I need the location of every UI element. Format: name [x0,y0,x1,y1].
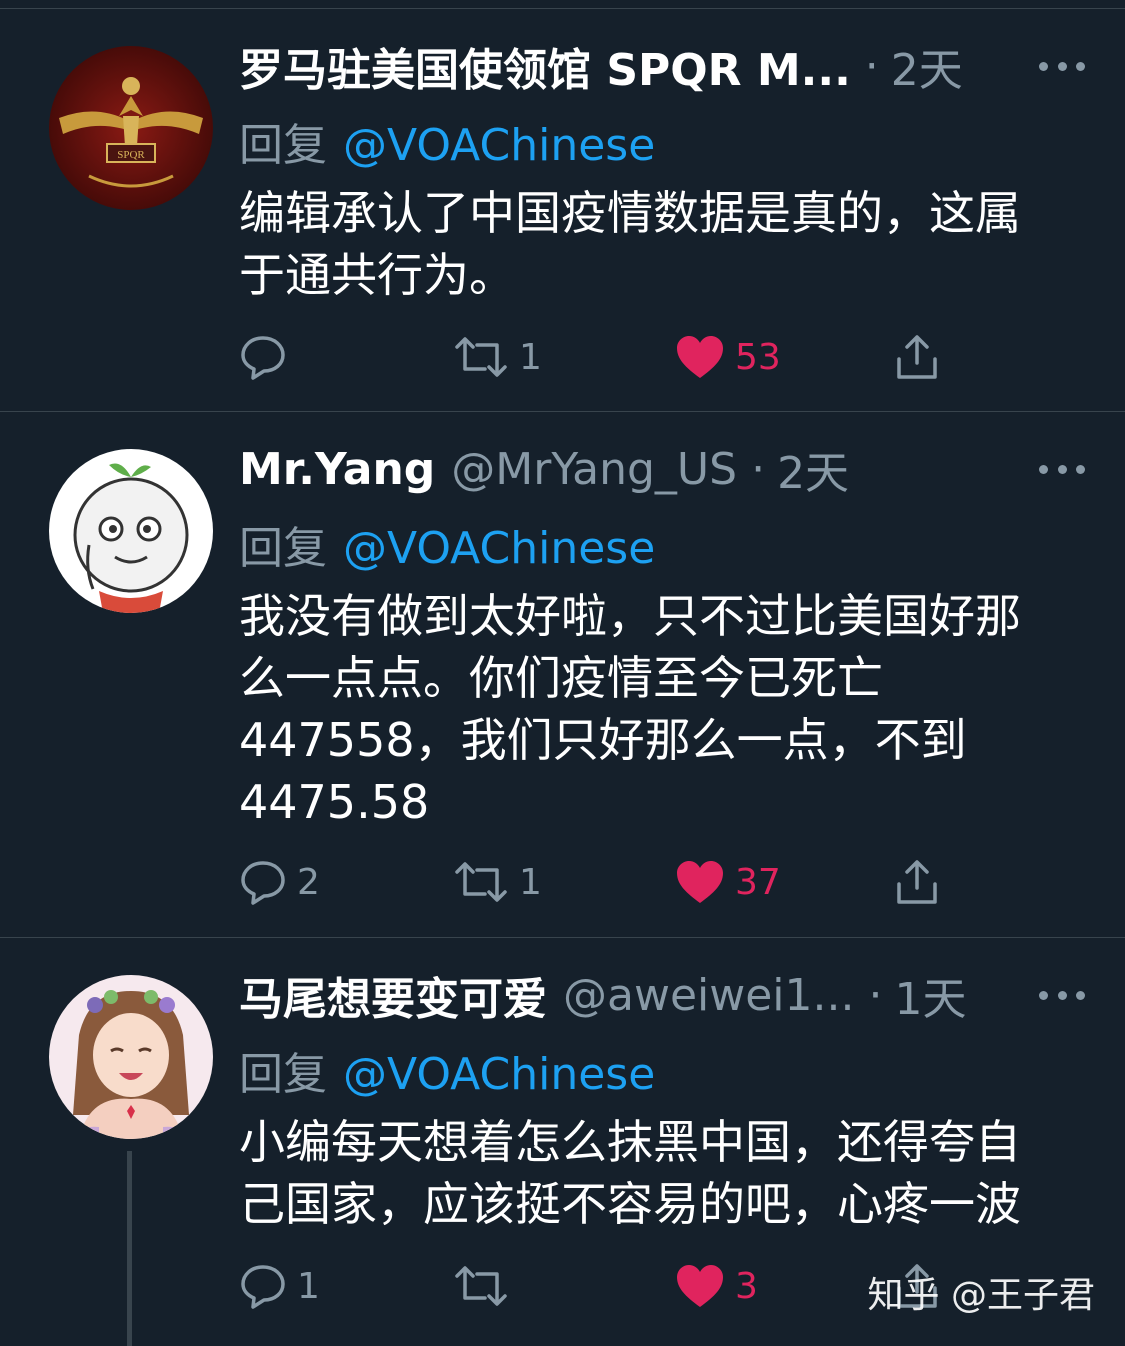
like-count: 37 [735,861,781,903]
tweet-text-line: 我没有做到太好啦，只不过比美国好那 [239,589,1021,643]
reply-count: 1 [297,1265,320,1307]
timestamp[interactable]: 1天 [894,963,966,1027]
timestamp[interactable]: 2天 [891,34,963,98]
separator-dot: · [751,443,766,495]
heart-icon [677,1265,723,1307]
reply-bubble-icon [241,1265,285,1309]
retweet-count: 1 [519,861,542,903]
avatar[interactable] [49,449,213,613]
heart-icon [677,336,723,378]
reply-prefix: 回复 [239,1049,327,1100]
more-horizontal-icon[interactable] [1039,56,1085,76]
retweet-icon [455,337,507,377]
retweet-icon [455,1266,507,1306]
share-button[interactable] [893,857,941,907]
anime-girl-avatar-icon [49,975,213,1139]
tweet-actions: 1 53 [239,332,959,382]
retweet-button[interactable]: 1 [453,857,542,907]
user-handle[interactable]: @aweiwei1... [563,970,854,1021]
share-icon [897,335,937,379]
heart-icon [677,861,723,903]
tweet-text-line: 447558，我们只好那么一点，不到 [239,713,967,767]
tweet-2[interactable]: Mr.Yang @MrYang_US · 2天 回复 @VOAChinese 我没… [0,412,1125,938]
reply-context: 回复 @VOAChinese [239,512,655,576]
display-name[interactable]: 罗马驻美国使领馆 SPQR M... [239,34,851,98]
separator-dot: · [868,969,883,1021]
share-button[interactable] [893,332,941,382]
tweet-actions: 1 3 [239,1261,959,1311]
reply-prefix: 回复 [239,523,327,574]
reply-button[interactable] [239,332,297,382]
tweet-text-line: 4475.58 [239,775,430,829]
tweet-text-line: 么一点点。你们疫情至今已死亡 [239,651,883,705]
retweet-icon [455,862,507,902]
like-button[interactable]: 53 [675,332,781,382]
reply-mention-link[interactable]: @VOAChinese [343,120,655,171]
zhihu-watermark: 知乎 @王子君 [867,1275,1095,1316]
tweet-text-line: 编辑承认了中国疫情数据是真的，这属 [239,186,1021,240]
tweet-text: 我没有做到太好啦，只不过比美国好那 么一点点。你们疫情至今已死亡 447558，… [239,585,1079,833]
thread-connector-line [127,1151,132,1346]
tweet-text-line: 己国家，应该挺不容易的吧，心疼一波 [239,1177,1021,1231]
display-name[interactable]: 马尾想要变可爱 [239,963,547,1027]
more-horizontal-icon[interactable] [1039,985,1085,1005]
retweet-button[interactable] [453,1261,519,1311]
reply-prefix: 回复 [239,120,327,171]
like-count: 3 [735,1265,758,1307]
reply-count: 2 [297,861,320,903]
like-count: 53 [735,336,781,378]
avatar[interactable] [49,975,213,1139]
reply-context: 回复 @VOAChinese [239,109,655,173]
cartoon-face-avatar-icon [49,449,213,613]
tweet-actions: 2 1 37 [239,857,959,907]
reply-mention-link[interactable]: @VOAChinese [343,523,655,574]
tweet-text: 编辑承认了中国疫情数据是真的，这属 于通共行为。 [239,182,1079,306]
tweet-text-line: 小编每天想着怎么抹黑中国，还得夸自 [239,1115,1021,1169]
like-button[interactable]: 37 [675,857,781,907]
reply-mention-link[interactable]: @VOAChinese [343,1049,655,1100]
timestamp[interactable]: 2天 [777,437,849,501]
reply-context: 回复 @VOAChinese [239,1038,655,1102]
reply-bubble-icon [241,336,285,380]
retweet-count: 1 [519,336,542,378]
more-horizontal-icon[interactable] [1039,459,1085,479]
like-button[interactable]: 3 [675,1261,758,1311]
share-icon [897,860,937,904]
reply-bubble-icon [241,861,285,905]
tweet-1[interactable]: SPQR 罗马驻美国使领馆 SPQR M... · 2天 回复 @VOAChine… [0,9,1125,412]
reply-button[interactable]: 2 [239,857,320,907]
tweet-header: 罗马驻美国使领馆 SPQR M... · 2天 [239,34,1085,98]
spqr-eagle-avatar-icon: SPQR [49,46,213,210]
tweet-text: 小编每天想着怎么抹黑中国，还得夸自 己国家，应该挺不容易的吧，心疼一波 [239,1111,1079,1235]
avatar[interactable]: SPQR [49,46,213,210]
tweet-header: Mr.Yang @MrYang_US · 2天 [239,437,1085,501]
tweet-header: 马尾想要变可爱 @aweiwei1... · 1天 [239,963,1085,1027]
reply-button[interactable]: 1 [239,1261,320,1311]
separator-dot: · [864,40,879,92]
user-handle[interactable]: @MrYang_US [451,444,737,495]
display-name[interactable]: Mr.Yang [239,444,435,495]
tweet-text-line: 于通共行为。 [239,248,515,302]
retweet-button[interactable]: 1 [453,332,542,382]
svg-text:SPQR: SPQR [117,149,145,161]
